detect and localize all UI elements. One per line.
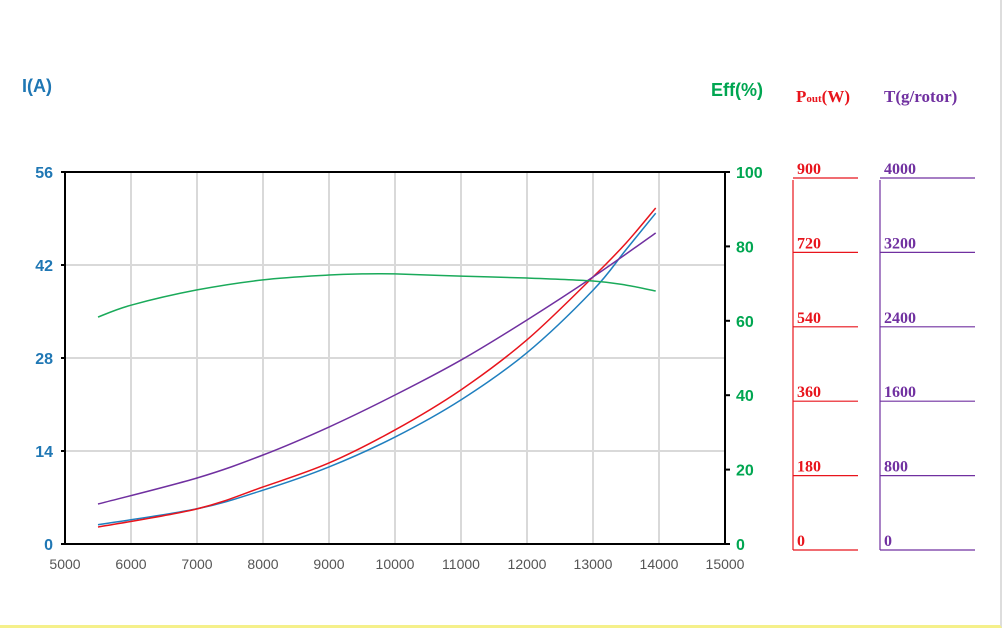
eff-tick-label: 40: [736, 388, 754, 405]
thrust-tick-label: 2400: [884, 310, 916, 327]
thrust-tick-label: 3200: [884, 235, 916, 252]
current-tick-label: 42: [35, 258, 53, 275]
x-tick-label: 13000: [574, 556, 613, 572]
current-tick-label: 56: [35, 165, 53, 182]
x-tick-label: 6000: [115, 556, 146, 572]
series-current-line: [97, 212, 657, 526]
current-tick-label: 28: [35, 351, 53, 368]
chart: I(A) Eff(%) Pout(W) T(g/rotor) 5000 6000 7…: [0, 0, 1002, 628]
x-tick-label: 12000: [508, 556, 547, 572]
x-tick-label: 8000: [247, 556, 278, 572]
current-tick-label: 0: [44, 537, 53, 554]
pout-tick-label: 180: [797, 459, 821, 476]
eff-tick-label: 100: [736, 165, 763, 182]
x-tick-label: 5000: [49, 556, 80, 572]
pout-tick-label: 540: [797, 310, 821, 327]
current-tick-label: 14: [35, 444, 53, 461]
pout-tick-label: 900: [797, 161, 821, 178]
thrust-tick-label: 1600: [884, 384, 916, 401]
x-tick-label: 7000: [181, 556, 212, 572]
thrust-tick-label: 0: [884, 533, 892, 550]
plot-svg: 5000 6000 7000 8000 9000 10000 11000 12000 13000…: [35, 161, 975, 572]
pout-tick-label: 360: [797, 384, 821, 401]
thrust-tick-label: 800: [884, 459, 908, 476]
series-pout-line: [97, 207, 657, 528]
eff-tick-label: 20: [736, 463, 754, 480]
eff-tick-label: 60: [736, 314, 754, 331]
thrust-tick-label: 4000: [884, 161, 916, 178]
x-tick-label: 9000: [313, 556, 344, 572]
pout-tick-label: 0: [797, 533, 805, 550]
x-tick-label: 14000: [640, 556, 679, 572]
x-tick-label: 15000: [706, 556, 745, 572]
x-tick-label: 11000: [442, 556, 480, 572]
x-tick-label: 10000: [376, 556, 415, 572]
eff-tick-label: 80: [736, 239, 754, 256]
eff-tick-label: 0: [736, 537, 745, 554]
pout-tick-label: 720: [797, 235, 821, 252]
